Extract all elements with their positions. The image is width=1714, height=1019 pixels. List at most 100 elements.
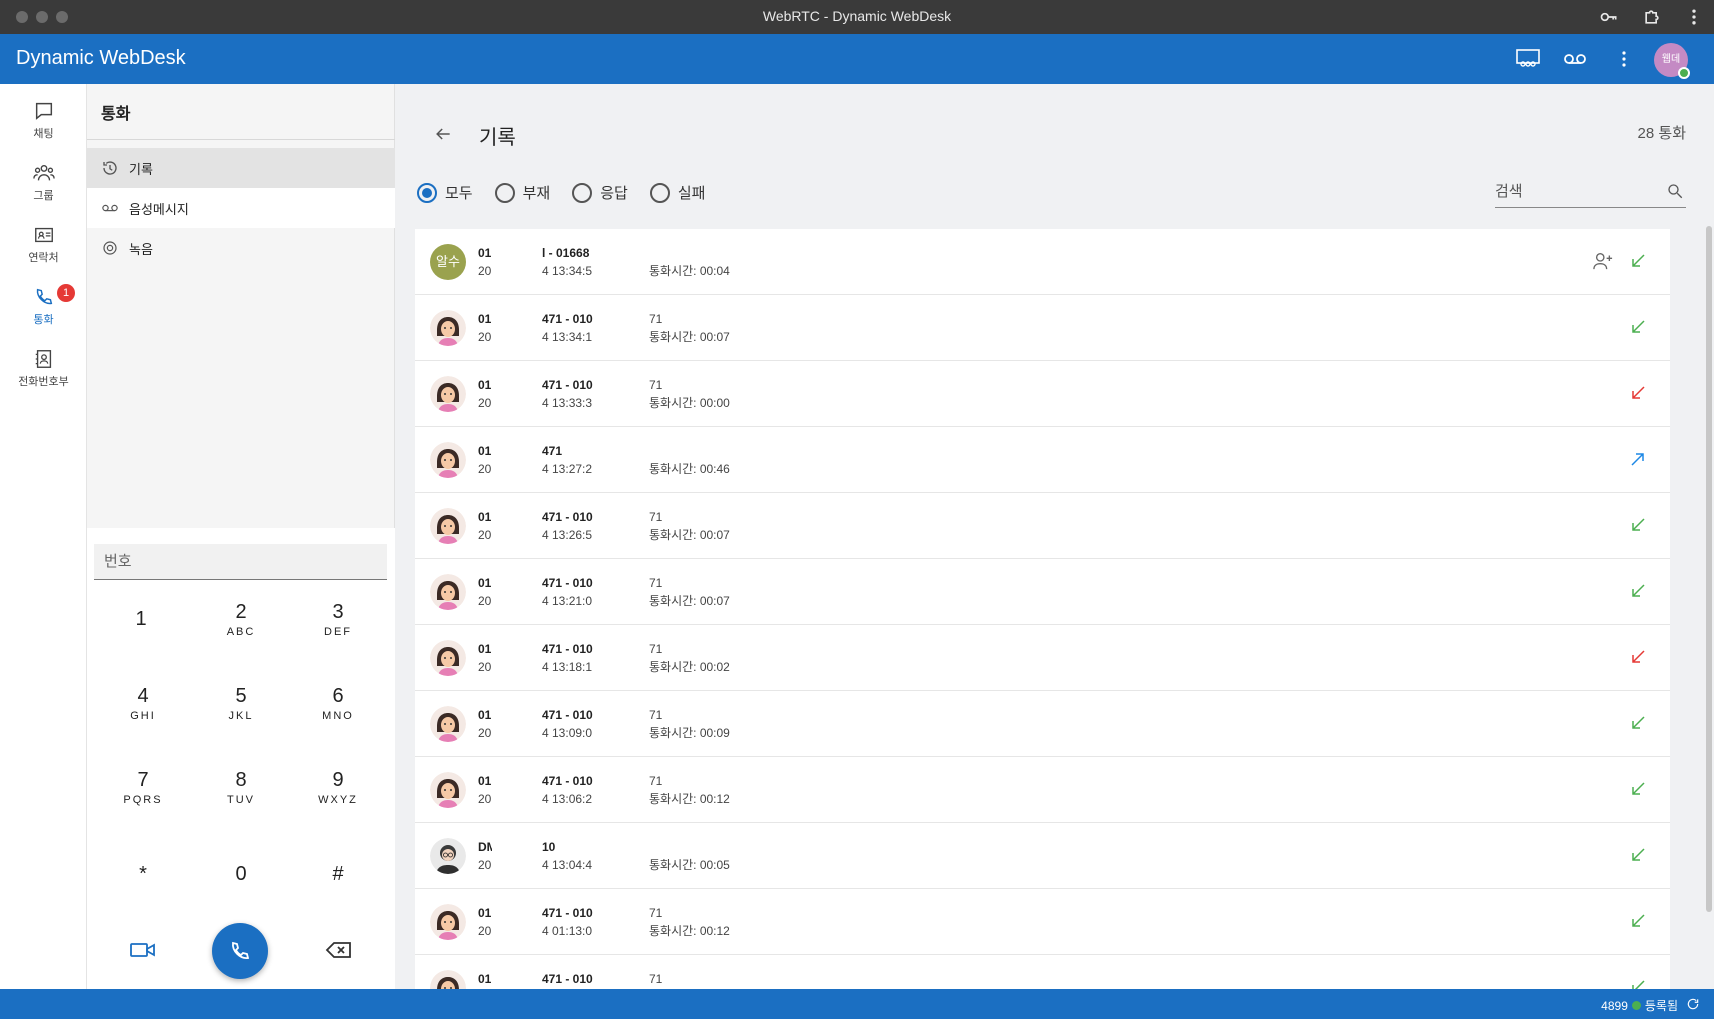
call-history-row[interactable]: 01 20 471 4 13:27:2 통화시간: 00:46 [415,427,1670,493]
call-history-row[interactable]: 01 20 471 - 010 4 13:26:5 71 통화시간: 00:07 [415,493,1670,559]
call-dest-duration: 71 통화시간: 00:07 [649,576,730,608]
incoming-call-icon [1630,319,1646,335]
caller-name-date: 0120 [478,972,492,986]
registration-status-icon [1631,1001,1641,1010]
incoming-call-icon [1630,781,1646,797]
call-history-row[interactable]: 01 20 471 - 010 4 13:06:2 71 통화시간: 00:12 [415,757,1670,823]
video-call-icon[interactable] [129,938,157,962]
voicemail-icon [102,204,118,212]
call-history-row[interactable]: 알수 01 20 l - 01668 4 13:34:5 통화시간: 00:04 [415,229,1670,295]
call-history-row[interactable]: 01 20 471 - 010 4 13:18:1 71 통화시간: 00:02 [415,625,1670,691]
nav-item-contacts[interactable]: 연락처 [0,214,87,270]
extension-icon[interactable] [1642,7,1662,27]
registration-status: 등록됨 [1644,999,1678,1013]
submenu-item-voicemail[interactable]: 음성메시지 [87,188,395,228]
submenu-item-label: 녹음 [129,241,153,257]
window-titlebar: WebRTC - Dynamic WebDesk [0,0,1714,34]
dialpad-key-hash[interactable]: # [298,863,378,923]
nav-item-label: 채팅 [33,128,54,140]
dialpad-key-5[interactable]: 5 JKL [201,685,281,745]
missed-call-icon [1630,649,1646,665]
window-title: WebRTC - Dynamic WebDesk [762,8,952,24]
dialpad-key-9[interactable]: 9 WXYZ [298,769,378,829]
call-history-row[interactable]: 0120 471 - 010 71 [415,955,1670,989]
dialpad-key-3[interactable]: 3 DEF [298,601,378,661]
nav-item-calls[interactable]: 통화 1 [0,276,87,332]
dialpad-key-6[interactable]: 6 MNO [298,685,378,745]
dial-call-button[interactable] [212,923,268,979]
caller-name-date: 0120 [478,708,492,740]
call-number-time: l - 01668 4 13:34:5 [542,246,593,278]
refresh-icon[interactable] [1686,997,1700,1011]
missed-call-icon [1630,385,1646,401]
user-initials: 웹데 [1661,54,1681,65]
call-number-time: 471 - 010 4 01:13:0 [542,906,593,938]
nav-item-label: 그룹 [33,190,54,202]
group-icon [32,164,55,181]
call-count: 28 통화 [1637,125,1686,142]
call-number-time: 471 - 010 [542,972,593,986]
incoming-call-icon [1630,847,1646,863]
caller-name-date: 0120 [478,246,492,278]
call-history-row[interactable]: 01 20 471 - 010 4 13:21:0 71 통화시간: 00:07 [415,559,1670,625]
call-dest-duration: 통화시간: 00:05 [649,858,730,872]
call-history-row[interactable]: DM 20 10 4 13:04:4 통화시간: 00:05 [415,823,1670,889]
search-input[interactable]: 검색 [1495,174,1686,208]
call-history-row[interactable]: 01 20 471 - 010 4 13:33:3 71 통화시간: 00:00 [415,361,1670,427]
submenu-item-recording[interactable]: 녹음 [87,228,395,268]
dialpad-key-star[interactable]: * [103,863,183,923]
backspace-icon[interactable] [325,938,353,962]
key-icon[interactable] [1599,7,1619,27]
dialpad-key-7[interactable]: 7 PQRS [103,769,183,829]
dialpad-key-8[interactable]: 8 TUV [201,769,281,829]
caller-name-date: 0120 [478,312,492,344]
caller-name-date: DM 20 [478,840,492,872]
call-history-row[interactable]: 01 20 471 - 010 4 13:09:0 71 통화시간: 00:09 [415,691,1670,757]
caller-avatar [430,574,466,610]
voicemail-icon[interactable] [1562,47,1588,71]
caller-avatar [430,310,466,346]
nav-item-chat[interactable]: 채팅 [0,90,87,146]
dialpad-key-2[interactable]: 2 ABC [201,601,281,661]
nav-item-phonebook[interactable]: 전화번호부 [0,338,87,394]
call-history-row[interactable]: 01 20 471 - 010 4 01:13:0 71 통화시간: 00:12 [415,889,1670,955]
submenu-item-history[interactable]: 기록 [87,148,395,188]
caller-name-date: 0120 [478,510,492,542]
scrollbar[interactable] [1706,226,1712,912]
presence-online-indicator [1678,67,1690,79]
caller-name-date: 0120 [478,378,492,410]
call-number-time: 471 4 13:27:2 [542,444,593,476]
user-avatar[interactable]: 웹데 [1654,43,1690,79]
incoming-call-icon [1630,913,1646,929]
nav-item-label: 통화 [33,314,54,326]
call-dest-duration: 71 통화시간: 00:12 [649,774,730,806]
call-dest-duration: 71 통화시간: 00:00 [649,378,730,410]
dialpad-key-0[interactable]: 0 [201,863,281,923]
number-input[interactable]: 번호 [94,544,387,580]
search-icon[interactable] [1666,182,1684,200]
phone-icon [36,288,52,305]
call-history-row[interactable]: 01 20 471 - 010 4 13:34:1 71 통화시간: 00:07 [415,295,1670,361]
filter-answered-radio[interactable]: 응답 [572,182,628,203]
conference-icon[interactable] [1515,47,1541,71]
filter-missed-radio[interactable]: 부재 [494,182,550,203]
caller-avatar [430,838,466,874]
left-navigation: 채팅 그룹 연락처 통화 1 전화번호부 [0,84,87,989]
nav-item-group[interactable]: 그룹 [0,152,87,208]
caller-name-date: 0120 [478,444,492,476]
filter-all-radio[interactable]: 모두 [417,182,473,203]
back-arrow-icon[interactable] [433,124,453,144]
caller-avatar [430,442,466,478]
filter-failed-radio[interactable]: 실패 [649,182,705,203]
caller-avatar [430,640,466,676]
add-contact-icon[interactable] [1592,251,1614,271]
caller-avatar [430,508,466,544]
menu-more-icon[interactable] [1611,47,1637,71]
more-vert-icon[interactable] [1684,7,1704,27]
caller-avatar [430,376,466,412]
chat-icon [35,102,52,120]
dialpad-key-1[interactable]: 1 [101,608,181,668]
call-history-main: 기록 28 통화 모두 부재 응답 실패 검색 알수 01 20 l - 01668 4… [395,84,1714,989]
incoming-call-icon [1630,979,1646,989]
dialpad-key-4[interactable]: 4 GHI [103,685,183,745]
